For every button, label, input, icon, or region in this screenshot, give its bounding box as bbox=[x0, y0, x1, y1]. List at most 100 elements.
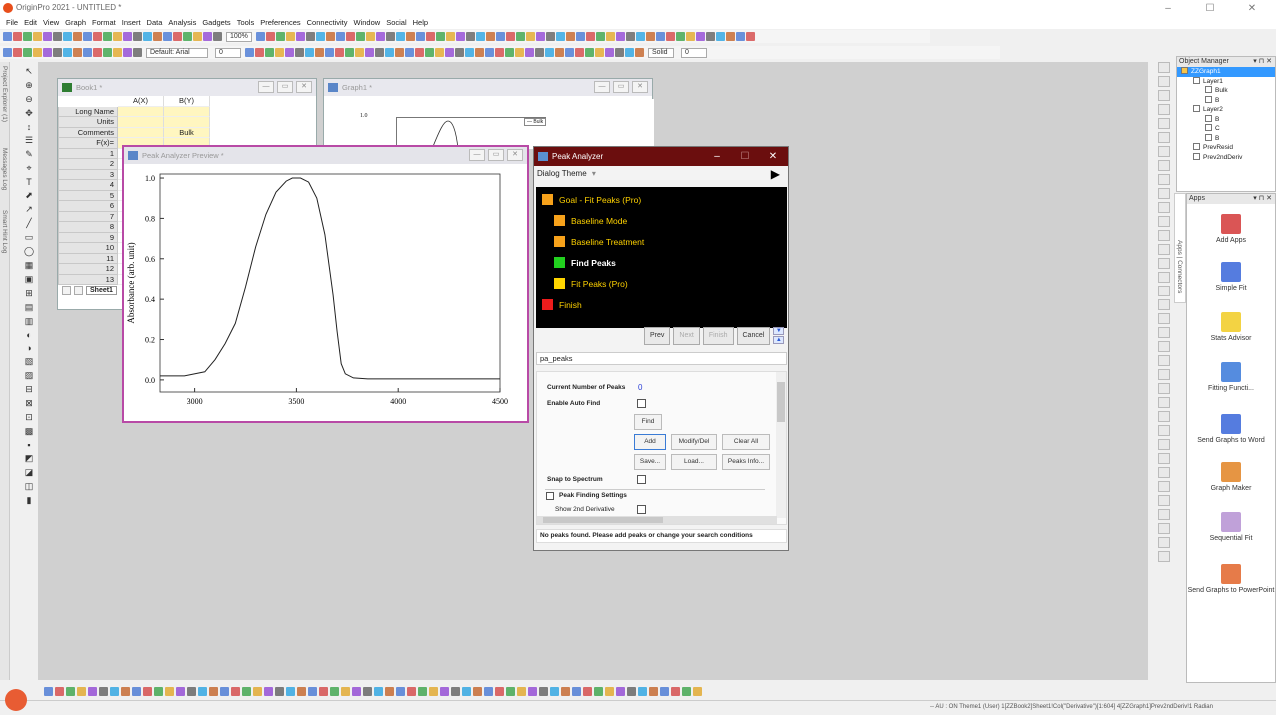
bottom-tool-icon[interactable] bbox=[352, 686, 361, 696]
bottom-tool-icon[interactable] bbox=[286, 686, 295, 696]
bottom-tool-icon[interactable] bbox=[66, 686, 75, 696]
app-item[interactable]: Stats Advisor bbox=[1187, 312, 1275, 342]
standard-tool-icon[interactable] bbox=[193, 32, 202, 41]
menu-analysis[interactable]: Analysis bbox=[168, 17, 196, 29]
format-tool-icon[interactable] bbox=[63, 48, 72, 57]
right-tool-icon[interactable] bbox=[1158, 215, 1170, 227]
format-tool-icon[interactable] bbox=[335, 48, 344, 57]
standard-tool-icon[interactable] bbox=[745, 32, 755, 41]
format-tool-icon[interactable] bbox=[425, 48, 434, 57]
tool-icon[interactable]: ⊡ bbox=[24, 412, 35, 423]
bottom-tool-icon[interactable] bbox=[594, 686, 603, 696]
bottom-tool-icon[interactable] bbox=[429, 686, 438, 696]
tool-icon[interactable]: ◪ bbox=[24, 467, 35, 478]
right-tool-icon[interactable] bbox=[1158, 103, 1170, 115]
bottom-tool-icon[interactable] bbox=[495, 686, 504, 696]
bottom-tool-icon[interactable] bbox=[220, 686, 229, 696]
column-header-a[interactable]: A(X) bbox=[118, 96, 164, 107]
right-tool-icon[interactable] bbox=[1158, 481, 1170, 493]
row-label[interactable]: F(x)= bbox=[58, 138, 118, 149]
bottom-tool-icon[interactable] bbox=[682, 686, 691, 696]
standard-tool-icon[interactable] bbox=[645, 32, 655, 41]
format-tool-icon[interactable] bbox=[535, 48, 544, 57]
app-item[interactable]: Simple Fit bbox=[1187, 262, 1275, 292]
tool-icon[interactable]: ⊞ bbox=[24, 288, 35, 299]
tool-icon[interactable]: ✎ bbox=[24, 149, 35, 160]
standard-tool-icon[interactable] bbox=[203, 32, 212, 41]
menu-preferences[interactable]: Preferences bbox=[260, 17, 300, 29]
format-tool-icon[interactable] bbox=[265, 48, 274, 57]
right-tool-icon[interactable] bbox=[1158, 439, 1170, 451]
right-tool-icon[interactable] bbox=[1158, 187, 1170, 199]
format-tool-icon[interactable] bbox=[605, 48, 614, 57]
standard-tool-icon[interactable] bbox=[655, 32, 665, 41]
sheet1-tab[interactable]: Sheet1 bbox=[86, 286, 117, 295]
standard-tool-icon[interactable] bbox=[133, 32, 142, 41]
tool-icon[interactable]: ↗ bbox=[24, 204, 35, 215]
standard-tool-icon[interactable] bbox=[485, 32, 495, 41]
format-tool-icon[interactable] bbox=[475, 48, 484, 57]
modify-del-button[interactable]: Modify/Del bbox=[671, 434, 717, 450]
cell-b[interactable] bbox=[164, 106, 210, 117]
bottom-tool-icon[interactable] bbox=[308, 686, 317, 696]
row-number[interactable]: 1 bbox=[58, 148, 118, 159]
app-item[interactable]: Graph Maker bbox=[1187, 462, 1275, 492]
row-number[interactable]: 13 bbox=[58, 274, 118, 285]
app-item[interactable]: Send Graphs to PowerPoint bbox=[1187, 564, 1275, 594]
visibility-checkbox[interactable] bbox=[1193, 143, 1200, 150]
format-tool-icon[interactable] bbox=[53, 48, 62, 57]
format-tool-icon[interactable] bbox=[33, 48, 42, 57]
right-tool-icon[interactable] bbox=[1158, 425, 1170, 437]
bottom-tool-icon[interactable] bbox=[198, 686, 207, 696]
menu-data[interactable]: Data bbox=[147, 17, 163, 29]
save-button[interactable]: Save... bbox=[634, 454, 666, 470]
tool-icon[interactable]: ▨ bbox=[24, 370, 35, 381]
format-tool-icon[interactable] bbox=[355, 48, 364, 57]
bottom-tool-icon[interactable] bbox=[693, 686, 702, 696]
bottom-tool-icon[interactable] bbox=[451, 686, 460, 696]
cell-b[interactable] bbox=[164, 117, 210, 128]
bottom-tool-icon[interactable] bbox=[99, 686, 108, 696]
standard-tool-icon[interactable] bbox=[113, 32, 122, 41]
messages-log-tab[interactable]: Messages Log bbox=[1, 148, 8, 190]
format-tool-icon[interactable] bbox=[315, 48, 324, 57]
format-tool-icon[interactable] bbox=[345, 48, 354, 57]
format-tool-icon[interactable] bbox=[495, 48, 504, 57]
format-tool-icon[interactable] bbox=[595, 48, 604, 57]
format-tool-icon[interactable] bbox=[485, 48, 494, 57]
format-tool-icon[interactable] bbox=[325, 48, 334, 57]
tool-icon[interactable]: ▥ bbox=[24, 316, 35, 327]
bottom-tool-icon[interactable] bbox=[176, 686, 185, 696]
standard-tool-icon[interactable] bbox=[23, 32, 32, 41]
bottom-tool-icon[interactable] bbox=[396, 686, 405, 696]
bottom-tool-icon[interactable] bbox=[671, 686, 680, 696]
format-tool-icon[interactable] bbox=[93, 48, 102, 57]
preview-titlebar[interactable]: Peak Analyzer Preview * — ▭ ✕ bbox=[124, 147, 527, 164]
format-tool-icon[interactable] bbox=[395, 48, 404, 57]
row-number[interactable]: 8 bbox=[58, 222, 118, 233]
object-tree-node[interactable]: Layer1 bbox=[1177, 76, 1275, 87]
bottom-tool-icon[interactable] bbox=[627, 686, 636, 696]
right-tool-icon[interactable] bbox=[1158, 117, 1170, 129]
graph1-window[interactable]: Graph1 * — ▭ ✕ 1.0 — Bulk bbox=[323, 78, 654, 149]
row-number[interactable]: 2 bbox=[58, 159, 118, 170]
format-tool-icon[interactable] bbox=[133, 48, 142, 57]
row-number[interactable]: 5 bbox=[58, 190, 118, 201]
bottom-tool-icon[interactable] bbox=[330, 686, 339, 696]
format-tool-icon[interactable] bbox=[445, 48, 454, 57]
standard-tool-icon[interactable] bbox=[435, 32, 445, 41]
tool-icon[interactable]: ◯ bbox=[24, 246, 35, 257]
right-tool-icon[interactable] bbox=[1158, 257, 1170, 269]
standard-tool-icon[interactable] bbox=[345, 32, 355, 41]
bottom-tool-icon[interactable] bbox=[616, 686, 625, 696]
format-tool-icon[interactable] bbox=[295, 48, 304, 57]
wizard-step[interactable]: Baseline Treatment bbox=[554, 236, 644, 247]
bottom-tool-icon[interactable] bbox=[187, 686, 196, 696]
bottom-tool-icon[interactable] bbox=[660, 686, 669, 696]
standard-tool-icon[interactable] bbox=[705, 32, 715, 41]
cancel-button[interactable]: Cancel bbox=[736, 327, 771, 345]
app-item[interactable]: Add Apps bbox=[1187, 214, 1275, 244]
row-number[interactable]: 10 bbox=[58, 243, 118, 254]
panel-controls-icon[interactable]: ▾ ⊓ ✕ bbox=[1253, 194, 1272, 204]
minimize-icon[interactable]: — bbox=[258, 81, 274, 93]
